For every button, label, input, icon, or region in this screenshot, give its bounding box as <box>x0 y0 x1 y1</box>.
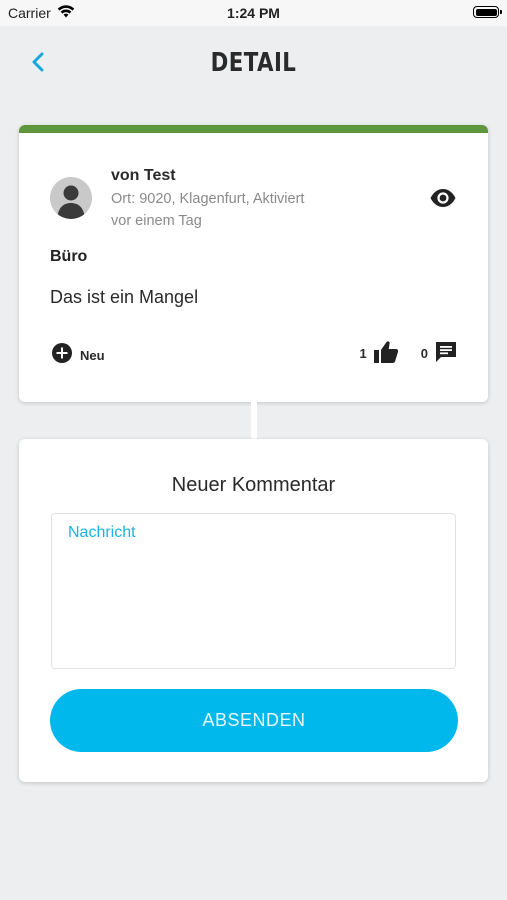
comment-icon[interactable] <box>434 340 458 367</box>
report-time: vor einem Tag <box>111 213 202 229</box>
status-time: 1:24 PM <box>227 5 280 21</box>
comment-card: Neuer Kommentar Nachricht ABSENDEN <box>19 439 488 782</box>
report-author: von Test <box>111 167 176 184</box>
battery-icon <box>473 6 502 18</box>
message-placeholder: Nachricht <box>68 524 136 541</box>
message-field[interactable]: Nachricht <box>51 513 456 669</box>
plus-circle-icon <box>52 343 72 368</box>
submit-button[interactable]: ABSENDEN <box>50 689 458 752</box>
status-bar: Carrier 1:24 PM <box>0 0 507 26</box>
user-avatar-icon <box>50 177 92 219</box>
status-right <box>473 6 502 18</box>
card-connector <box>251 402 257 439</box>
thumbs-up-icon[interactable] <box>373 340 399 367</box>
status-label: Neu <box>52 343 105 368</box>
page-title: DETAIL <box>210 48 297 78</box>
report-counts: 1 0 <box>360 340 458 367</box>
status-stripe <box>19 125 488 133</box>
header: DETAIL <box>0 26 507 106</box>
comment-count: 0 <box>420 346 428 361</box>
like-count: 1 <box>359 346 367 361</box>
report-location: Ort: 9020, Klagenfurt, Aktiviert <box>111 191 305 207</box>
comment-title: Neuer Kommentar <box>171 474 336 496</box>
eye-icon[interactable] <box>429 186 457 210</box>
report-description: Das ist ein Mangel <box>50 287 199 307</box>
report-category: Büro <box>50 248 88 265</box>
report-card: von Test Ort: 9020, Klagenfurt, Aktivier… <box>19 125 488 402</box>
status-text: Neu <box>80 348 105 363</box>
chevron-left-icon <box>31 52 45 77</box>
